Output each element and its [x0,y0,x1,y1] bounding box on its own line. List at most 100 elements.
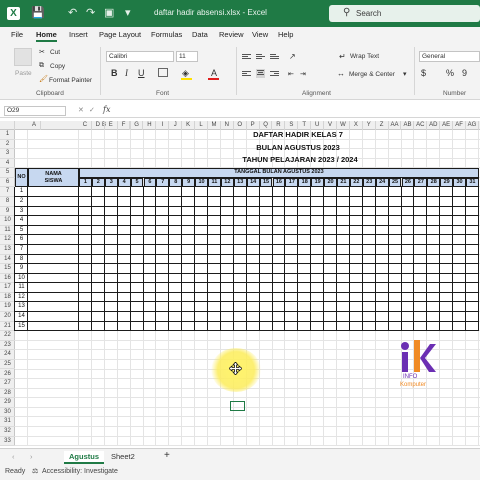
row-header[interactable]: 24 [0,350,15,360]
column-header[interactable]: W [337,121,350,130]
cut-icon[interactable]: ✂ [39,48,45,56]
row-header[interactable]: 22 [0,331,15,341]
row-header[interactable]: 30 [0,408,15,418]
row-header[interactable]: 21 [0,322,15,332]
row-header[interactable]: 25 [0,360,15,370]
column-header[interactable]: AG [466,121,479,130]
column-header[interactable]: M [208,121,221,130]
insert-function-icon[interactable]: fx [103,105,110,114]
bold-button[interactable]: B [111,68,118,78]
copy-icon[interactable]: ⧉ [39,62,44,70]
row-header[interactable]: 2 [0,140,15,150]
tab-formulas[interactable]: Formulas [151,30,182,39]
row-header[interactable]: 31 [0,417,15,427]
search-box[interactable]: ⚲ Search [329,5,480,22]
underline-button[interactable]: U [138,68,145,78]
column-header[interactable]: T [298,121,312,130]
column-header[interactable]: G [131,121,144,130]
row-header[interactable]: 26 [0,370,15,380]
row-header[interactable]: 14 [0,255,15,265]
row-header[interactable]: 19 [0,302,15,313]
row-header[interactable]: 33 [0,437,15,446]
column-header[interactable]: AF [453,121,466,130]
row-header[interactable]: 12 [0,235,15,245]
scroll-tabs-right-icon[interactable]: › [30,452,33,461]
column-header[interactable]: U [311,121,325,130]
tab-file[interactable]: File [11,30,23,39]
column-header[interactable]: N [221,121,234,130]
selected-cell[interactable] [230,401,245,411]
cut-label[interactable]: Cut [50,49,60,56]
column-header[interactable]: S [285,121,299,130]
row-header[interactable]: 8 [0,197,15,207]
align-middle-icon[interactable] [256,53,265,62]
column-header[interactable]: AD [427,121,441,130]
borders-icon[interactable] [158,68,168,77]
row-header[interactable]: 32 [0,427,15,437]
save-icon[interactable]: 💾 [31,6,45,20]
column-header[interactable]: I [156,121,170,130]
row-header[interactable]: 6 [0,178,15,188]
redo-icon[interactable]: ↷ [86,6,95,20]
row-header[interactable]: 7 [0,187,15,198]
column-header[interactable]: Z [376,121,389,130]
row-header[interactable]: 5 [0,168,15,178]
column-header[interactable]: X [350,121,363,130]
spreadsheet-grid[interactable]: A B C D E F G H I J K L M N O P Q R S T U V W X Y Z AA AB AC AD AE AF AG… [0,121,480,446]
column-header[interactable]: L [195,121,208,130]
row-header[interactable]: 3 [0,149,15,159]
row-header[interactable]: 1 [0,130,15,140]
decrease-indent-icon[interactable]: ⇤ [288,70,294,78]
tab-help[interactable]: Help [278,30,293,39]
sheet-icon[interactable]: ▣ [104,6,114,20]
align-bottom-icon[interactable] [270,53,279,62]
orientation-icon[interactable]: ↗ [289,52,296,61]
tab-review[interactable]: Review [219,30,244,39]
align-left-icon[interactable] [242,70,251,79]
row-header[interactable]: 11 [0,226,15,236]
undo-icon[interactable]: ↶ [68,6,77,20]
paste-icon[interactable] [14,48,32,66]
add-sheet-button[interactable]: + [159,449,175,462]
row-header[interactable]: 17 [0,283,15,293]
row-header[interactable]: 28 [0,389,15,399]
paste-label[interactable]: Paste [15,70,32,77]
select-all-corner[interactable] [0,121,15,130]
align-right-icon[interactable] [270,70,279,79]
row-header[interactable]: 10 [0,216,15,226]
format-painter-label[interactable]: Format Painter [49,77,92,84]
percent-button[interactable]: % [446,68,454,78]
align-top-icon[interactable] [242,53,251,62]
column-header[interactable]: H [144,121,157,130]
row-header[interactable]: 18 [0,293,15,303]
column-header[interactable]: O [234,121,247,130]
comma-button[interactable]: 9 [462,68,467,78]
column-header[interactable]: P [247,121,260,130]
row-header[interactable]: 27 [0,379,15,389]
tab-view[interactable]: View [252,30,268,39]
column-header[interactable]: V [324,121,337,130]
wrap-text-icon[interactable]: ↵ [339,52,346,61]
number-format-select[interactable]: General [419,51,480,62]
column-header[interactable]: J [169,121,183,130]
align-center-icon[interactable] [256,69,265,78]
column-header[interactable]: K [182,121,196,130]
font-color-button[interactable]: A [211,68,217,78]
row-header[interactable]: 16 [0,274,15,284]
accessibility-icon[interactable]: ⚖ [32,467,38,475]
column-header[interactable]: AE [440,121,454,130]
row-header[interactable]: 15 [0,264,15,274]
column-header[interactable]: AC [414,121,428,130]
cancel-icon[interactable]: ✕ [78,106,84,114]
quick-access-more-icon[interactable]: ▾ [125,6,131,20]
merge-dropdown-icon[interactable]: ▾ [403,70,407,78]
increase-indent-icon[interactable]: ⇥ [300,70,306,78]
column-header[interactable]: F [118,121,131,130]
italic-button[interactable]: I [125,68,128,78]
column-header[interactable]: R [273,121,286,130]
font-name-select[interactable]: Calibri [106,51,174,62]
tab-insert[interactable]: Insert [69,30,88,39]
tab-page-layout[interactable]: Page Layout [99,30,141,39]
format-painter-icon[interactable]: 🖌 [39,75,48,83]
column-header[interactable]: Y [363,121,376,130]
